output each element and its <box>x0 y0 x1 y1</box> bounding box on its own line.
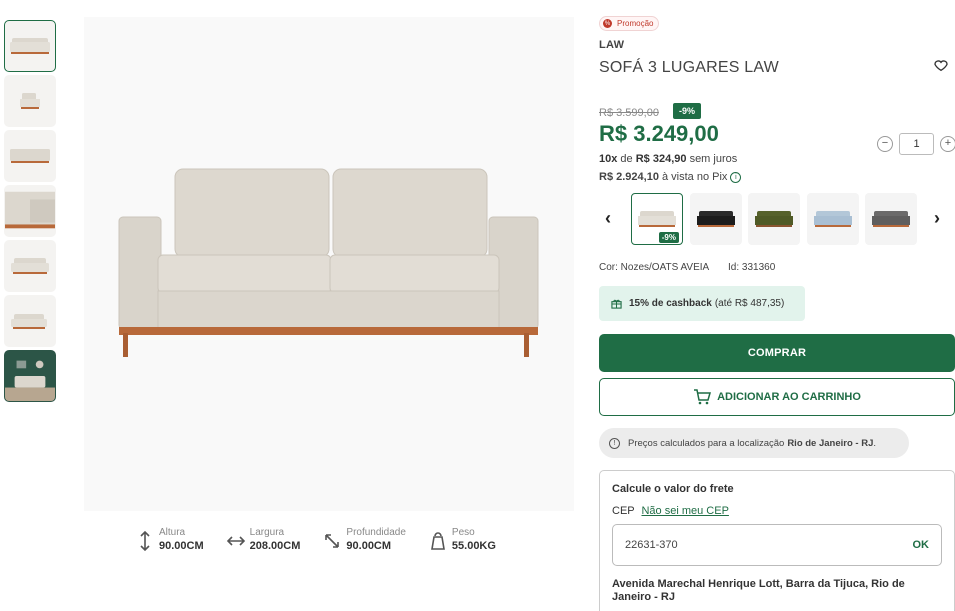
thumbnail-room[interactable] <box>4 350 56 402</box>
increase-quantity-button[interactable]: + <box>940 136 955 152</box>
discount-badge: -9% <box>673 103 702 119</box>
cep-label: CEP <box>612 505 635 517</box>
vertical-arrows-icon <box>140 530 150 552</box>
product-brand[interactable]: LAW <box>599 39 624 51</box>
pix-price: R$ 2.924,10 <box>599 171 659 183</box>
dimension-specs: Altura 90.00CM Largura 208.00CM Profundi… <box>135 526 518 554</box>
variant-discount-badge: -9% <box>658 232 679 243</box>
freight-calculator: Calcule o valor do frete CEP Não sei meu… <box>599 470 955 611</box>
location-city: Rio de Janeiro - RJ <box>787 437 874 449</box>
installments-text: 10x de R$ 324,90 sem juros <box>599 153 737 165</box>
variant-gray[interactable] <box>865 193 917 245</box>
product-image <box>84 17 574 511</box>
installments-value: R$ 324,90 <box>635 153 687 165</box>
thumbnail-detail-arm[interactable] <box>4 185 56 237</box>
variant-oats[interactable]: -9% <box>631 193 683 245</box>
quantity-stepper: − 1 + <box>877 133 955 155</box>
thumbnail-angle[interactable] <box>4 240 56 292</box>
cashback-limit: (até R$ 487,35) <box>714 298 785 309</box>
product-meta: Cor: Nozes/OATS AVEIA Id: 331360 <box>599 262 791 273</box>
pix-suffix: à vista no Pix <box>662 171 728 183</box>
spec-label: Peso <box>451 527 475 538</box>
gift-icon <box>611 299 622 309</box>
product-id: Id: 331360 <box>728 262 776 273</box>
variant-olive[interactable] <box>748 193 800 245</box>
quantity-input[interactable]: 1 <box>899 133 934 155</box>
cashback-percent: 15% de cashback <box>629 298 712 309</box>
color-variant-carousel: ‹ -9% › <box>599 193 955 245</box>
add-to-cart-label: ADICIONAR AO CARRINHO <box>717 391 861 403</box>
location-notice: ! Preços calculados para a localização R… <box>599 428 909 458</box>
location-end: . <box>873 437 877 449</box>
cep-row: CEP Não sei meu CEP <box>612 505 942 517</box>
promo-badge: % Promoção <box>599 16 660 31</box>
location-text: Preços calculados para a localização <box>628 437 785 449</box>
old-price: R$ 3.599,00 <box>599 107 659 119</box>
spec-value: 55.00KG <box>451 540 496 552</box>
pix-price-text: R$ 2.924,10 à vista no Pix i <box>599 171 742 183</box>
installments-of: de <box>620 153 633 165</box>
cart-icon <box>694 389 712 405</box>
freight-title: Calcule o valor do frete <box>612 483 734 495</box>
sofa-illustration <box>118 168 539 357</box>
cep-input[interactable]: 22631-370 OK <box>612 524 942 566</box>
cep-ok-button[interactable]: OK <box>913 539 930 551</box>
spec-value: 90.00CM <box>159 540 204 552</box>
decrease-quantity-button[interactable]: − <box>877 136 893 152</box>
variant-light-blue[interactable] <box>807 193 859 245</box>
cashback-banner: 15% de cashback (até R$ 487,35) <box>599 286 805 321</box>
heart-icon[interactable] <box>933 57 949 73</box>
thumbnail-side[interactable] <box>4 75 56 127</box>
buy-button[interactable]: COMPRAR <box>599 334 955 372</box>
thumbnail-front[interactable] <box>4 20 56 72</box>
spec-label: Profundidade <box>346 527 406 538</box>
horizontal-arrows-icon <box>226 536 245 546</box>
variant-black[interactable] <box>690 193 742 245</box>
unknown-cep-link[interactable]: Não sei meu CEP <box>641 505 728 517</box>
spec-value: 208.00CM <box>249 540 301 552</box>
diagonal-arrows-icon <box>325 534 340 548</box>
thumbnail-angle-2[interactable] <box>4 295 56 347</box>
spec-depth: Profundidade 90.00CM <box>322 526 406 554</box>
color-label: Cor: Nozes/OATS AVEIA <box>599 262 710 273</box>
spec-width: Largura 208.00CM <box>226 526 301 554</box>
thumbnail-list <box>4 20 57 405</box>
freight-address: Avenida Marechal Henrique Lott, Barra da… <box>612 578 905 603</box>
chevron-right-icon[interactable]: › <box>934 208 940 229</box>
installments-count: 10x <box>599 153 618 165</box>
chevron-left-icon[interactable]: ‹ <box>605 208 611 229</box>
info-icon: ! <box>609 437 620 449</box>
add-to-cart-button[interactable]: ADICIONAR AO CARRINHO <box>599 378 955 416</box>
current-price: R$ 3.249,00 <box>599 121 719 146</box>
spec-value: 90.00CM <box>346 540 392 552</box>
spec-label: Altura <box>159 527 186 538</box>
thumbnail-back[interactable] <box>4 130 56 182</box>
spec-height: Altura 90.00CM <box>135 526 204 554</box>
info-icon[interactable]: i <box>730 171 742 183</box>
weight-icon <box>430 532 445 550</box>
promo-label: Promoção <box>617 19 654 28</box>
installments-suffix: sem juros <box>689 153 738 165</box>
spec-label: Largura <box>249 527 285 538</box>
product-title: SOFÁ 3 LUGARES LAW <box>599 59 779 76</box>
spec-weight: Peso 55.00KG <box>428 526 496 554</box>
percent-icon: % <box>603 19 612 28</box>
cep-value: 22631-370 <box>625 539 678 551</box>
